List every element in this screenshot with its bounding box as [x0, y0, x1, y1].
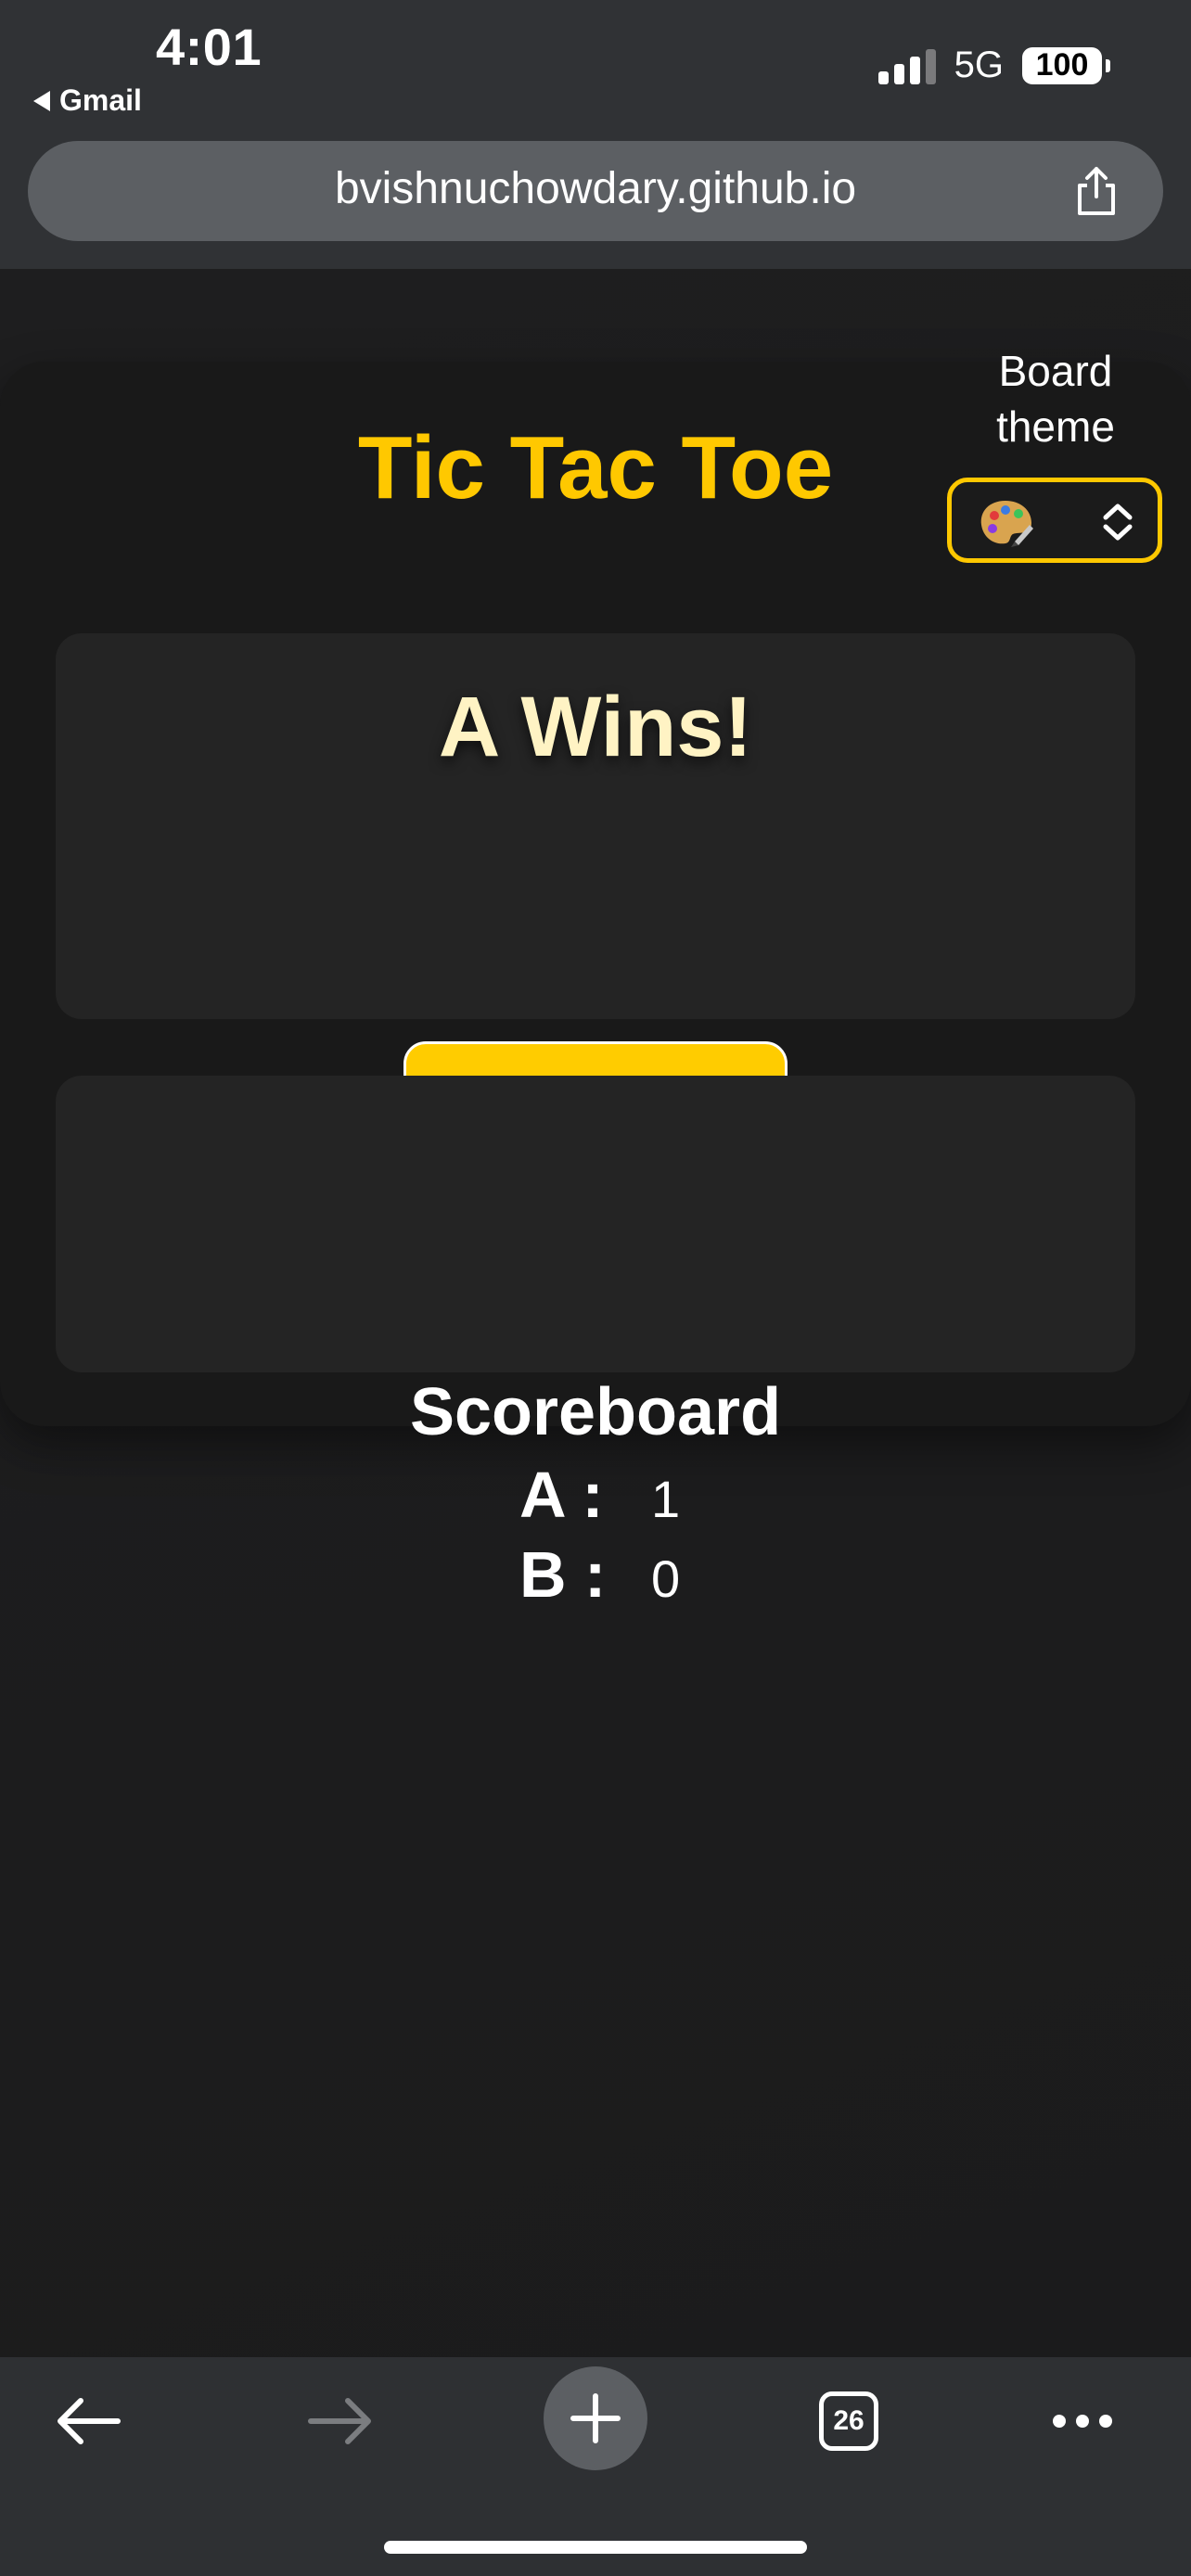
more-menu-button[interactable] — [1031, 2370, 1133, 2472]
board-theme-select[interactable] — [947, 478, 1162, 563]
forward-button[interactable] — [289, 2370, 391, 2472]
new-tab-button[interactable] — [544, 2366, 647, 2470]
player-b-score: 0 — [651, 1549, 681, 1608]
home-indicator — [384, 2541, 807, 2554]
chevron-updown-icon — [1103, 504, 1133, 541]
board-theme-label-line1: Board — [998, 347, 1113, 395]
back-button[interactable] — [37, 2370, 139, 2472]
share-icon[interactable] — [1069, 163, 1124, 219]
scoreboard-panel — [56, 1076, 1135, 1372]
palette-icon — [980, 501, 1033, 547]
back-to-app-link[interactable]: Gmail — [33, 83, 142, 118]
tabs-button[interactable]: 26 — [798, 2370, 900, 2472]
cellular-signal-icon — [877, 47, 936, 84]
plus-icon — [570, 2393, 621, 2443]
url-text: bvishnuchowdary.github.io — [334, 164, 857, 213]
board-theme-label-line2: theme — [996, 402, 1115, 451]
address-bar[interactable]: bvishnuchowdary.github.io — [28, 141, 1163, 241]
status-and-address-bar: 4:01 Gmail 5G 100 bvishnuchowdary.github… — [0, 0, 1191, 269]
status-indicators: 5G 100 — [877, 45, 1110, 86]
battery-icon: 100 — [1022, 46, 1110, 84]
forward-arrow-icon — [308, 2398, 371, 2444]
tab-count-badge: 26 — [819, 2391, 878, 2451]
score-row-a: A : 1 — [519, 1458, 680, 1532]
scoreboard-title: Scoreboard — [409, 1375, 782, 1449]
player-a-score: 1 — [651, 1470, 681, 1528]
back-triangle-icon — [33, 90, 50, 111]
back-arrow-icon — [58, 2398, 121, 2444]
score-row-b: B : 0 — [519, 1537, 680, 1612]
board-theme-label: Board theme — [963, 343, 1148, 454]
status-time: 4:01 — [156, 18, 263, 76]
network-type: 5G — [954, 45, 1004, 85]
winner-status: A Wins! — [438, 680, 753, 774]
back-app-label: Gmail — [59, 83, 142, 117]
player-b-label: B : — [519, 1538, 607, 1611]
more-icon — [1053, 2415, 1112, 2428]
player-a-label: A : — [519, 1459, 604, 1531]
